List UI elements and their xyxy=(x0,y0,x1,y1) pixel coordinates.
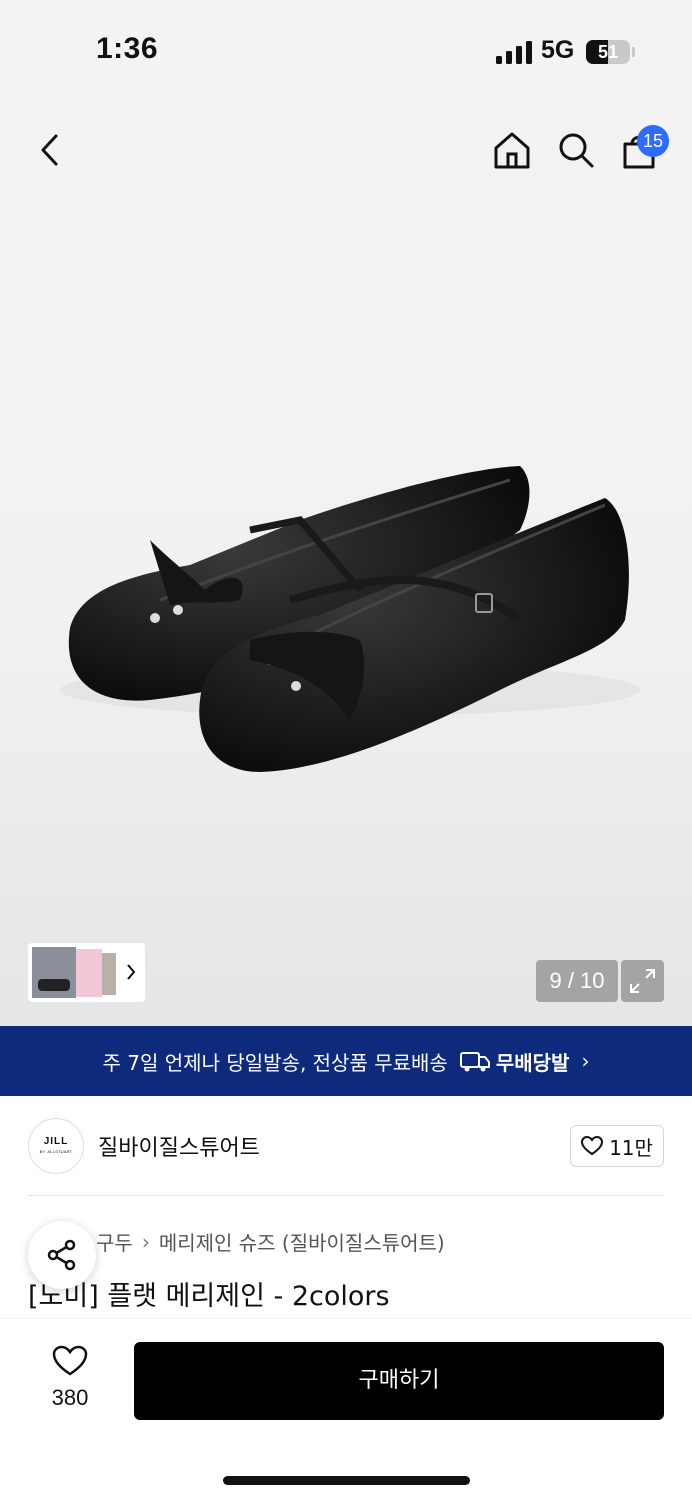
chevron-right-icon: › xyxy=(141,1229,150,1254)
network-type: 5G xyxy=(541,36,575,64)
search-icon xyxy=(559,133,594,168)
battery-percent: 51 xyxy=(597,42,619,62)
product-image-gallery[interactable] xyxy=(0,100,692,1026)
thumbnail-strip[interactable] xyxy=(28,943,145,1002)
wishlist-button[interactable]: 380 xyxy=(30,1345,110,1411)
expand-icon xyxy=(630,969,655,993)
wishlist-count: 380 xyxy=(51,1385,89,1410)
status-time: 1:36 xyxy=(96,32,159,65)
chevron-left-icon xyxy=(41,134,58,166)
brand-logo-text: JILL xyxy=(43,1136,69,1147)
thumbnail-images xyxy=(32,947,136,998)
home-button[interactable] xyxy=(490,128,534,172)
status-bar: 1:36 5G 51 xyxy=(0,0,692,100)
breadcrumb-item[interactable]: 메리제인 슈즈 (질바이질스튜어트) xyxy=(159,1227,445,1256)
back-button[interactable] xyxy=(30,130,70,170)
buy-button[interactable]: 구매하기 xyxy=(134,1342,664,1420)
product-image xyxy=(60,466,640,772)
chevron-right-icon xyxy=(127,964,136,980)
share-button[interactable] xyxy=(28,1221,96,1289)
battery-icon: 51 xyxy=(586,40,630,64)
expand-button[interactable] xyxy=(621,960,664,1002)
home-indicator xyxy=(223,1476,470,1485)
brand-row[interactable]: JILL BY JILLSTUART 질바이질스튜어트 11만 xyxy=(28,1118,664,1174)
delivery-truck-icon xyxy=(459,1052,490,1072)
cart-count-badge: 15 xyxy=(637,125,669,157)
brand-logo-subtext: BY JILLSTUART xyxy=(39,1149,73,1154)
share-icon xyxy=(47,1239,76,1271)
search-button[interactable] xyxy=(554,128,598,172)
promo-badge: 무배당발 xyxy=(495,1050,570,1075)
breadcrumb-item[interactable]: 구두 xyxy=(96,1227,133,1256)
battery-cap xyxy=(632,47,635,57)
divider xyxy=(28,1195,664,1196)
brand-logo[interactable]: JILL BY JILLSTUART xyxy=(28,1118,84,1174)
bottom-action-bar: 380 구매하기 xyxy=(0,1318,692,1500)
heart-icon xyxy=(52,1345,88,1376)
brand-like-button[interactable]: 11만 xyxy=(570,1125,664,1167)
brand-like-count: 11만 xyxy=(609,1135,653,1160)
image-counter: 9 / 10 xyxy=(536,960,618,1002)
promo-text: 주 7일 언제나 당일발송, 전상품 무료배송 xyxy=(102,1050,448,1075)
heart-icon xyxy=(581,1136,604,1156)
home-icon xyxy=(494,132,530,169)
delivery-promo-banner[interactable]: 주 7일 언제나 당일발송, 전상품 무료배송 무배당발 › xyxy=(0,1026,692,1096)
chevron-right-icon: › xyxy=(581,1049,590,1073)
brand-name[interactable]: 질바이질스튜어트 xyxy=(98,1130,260,1162)
signal-icon xyxy=(496,40,532,64)
